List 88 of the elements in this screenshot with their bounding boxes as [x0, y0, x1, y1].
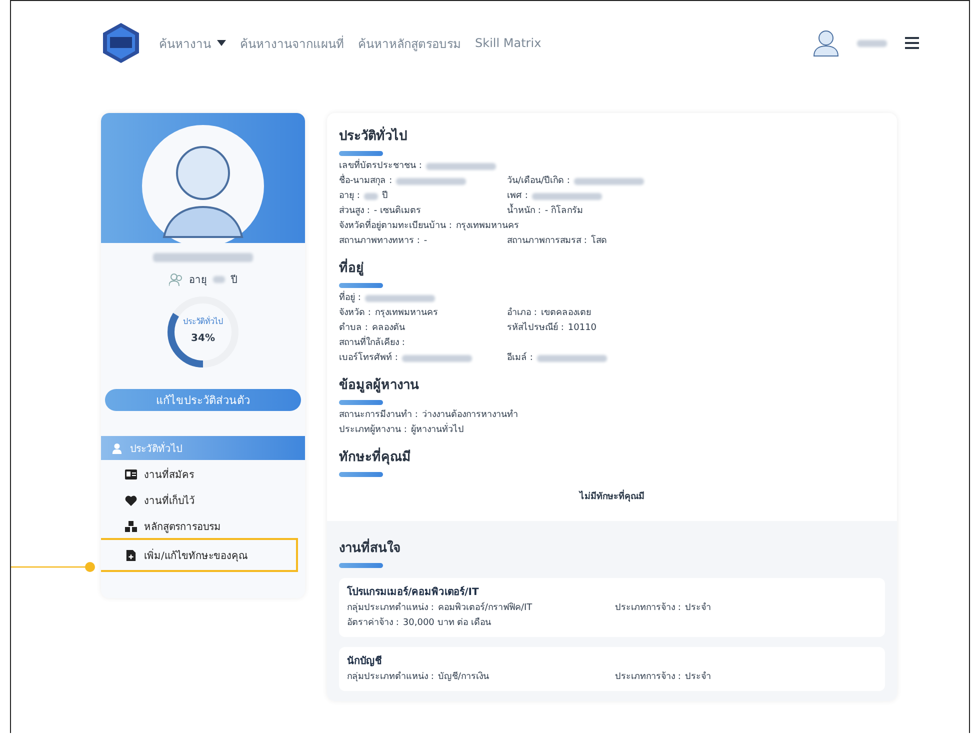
field-label: กลุ่มประเภทตำแหน่ง :	[347, 602, 434, 615]
field-label: จังหวัดที่อยู่ตามทะเบียนบ้าน :	[339, 219, 452, 234]
logo-icon[interactable]	[101, 22, 141, 64]
redacted-username	[857, 40, 887, 46]
field-value: 10110	[568, 322, 597, 335]
field-label: สถานที่ใกล้เคียง :	[339, 336, 405, 351]
field-value: โสด	[590, 234, 607, 248]
title-underline	[339, 472, 383, 477]
progress-label: ประวัติทั่วไป	[183, 315, 223, 328]
section-title: ข้อมูลผู้หางาน	[339, 376, 420, 395]
nav-link[interactable]: ค้นหางาน	[159, 34, 226, 52]
field-label: ที่อยู่ :	[339, 291, 361, 306]
sidebar-item[interactable]: งานที่เก็บไว้	[101, 488, 305, 512]
section-title: ประวัติทั่วไป	[339, 125, 885, 146]
field-value: - เซนติเมตร	[374, 204, 422, 218]
field-value: -	[424, 235, 428, 248]
field-label: กลุ่มประเภทตำแหน่ง :	[347, 670, 434, 684]
field-label: เพศ :	[507, 190, 528, 203]
redacted-value	[536, 355, 607, 362]
job-title: นักบัญชี	[347, 654, 383, 668]
sidebar-item[interactable]: งานที่สมัคร	[101, 462, 305, 486]
field-value: คลองตัน	[372, 322, 405, 335]
field-value: ว่างงานต้องการหางานทำ	[422, 408, 518, 422]
field-label: เลขที่บัตรประชาชน :	[339, 159, 422, 174]
section-title: ที่อยู่	[339, 257, 885, 278]
field-label: อายุ :	[339, 190, 360, 203]
field-value: ปี	[382, 190, 388, 203]
edit-profile-button[interactable]: แก้ไขประวัติส่วนตัว	[105, 389, 301, 411]
redacted-value	[364, 295, 435, 302]
age-label: อายุ	[189, 274, 207, 287]
field-label: รหัสไปรษณีย์ :	[507, 321, 564, 335]
field-label: จังหวัด :	[339, 307, 371, 320]
cubes-icon	[125, 520, 137, 532]
sidebar-item[interactable]: หลักสูตรการอบรม	[101, 514, 305, 538]
section-title: ทักษะที่คุณมี	[339, 446, 885, 467]
field-value: กรุงเทพมหานคร	[374, 307, 438, 320]
section-title: งานที่สนใจ	[339, 537, 885, 558]
field-label: เบอร์โทรศัพท์ :	[339, 351, 398, 365]
user-icon	[111, 442, 123, 454]
sidebar-item[interactable]: ประวัติทั่วไป	[101, 436, 305, 460]
field-value: เขตคลองเตย	[540, 307, 591, 320]
menu-icon[interactable]	[905, 37, 919, 49]
field-value: - กิโลกรัม	[544, 204, 584, 218]
field-value: คอมพิวเตอร์/กราฟฟิค/IT	[438, 601, 532, 615]
field-value: ประจำ	[684, 602, 711, 615]
field-value: 30,000 บาท ต่อ เดือน	[402, 616, 491, 630]
redacted-value	[574, 178, 644, 185]
field-label: สถานะการมีงานทำ :	[339, 408, 418, 422]
user-avatar-icon[interactable]	[813, 29, 839, 57]
title-underline	[339, 400, 383, 405]
nav-link[interactable]: ค้นหาหลักสูตรอบรม	[358, 34, 461, 52]
field-label: ประเภทผู้หางาน :	[339, 424, 407, 437]
field-label: วัน/เดือน/ปีเกิด :	[507, 174, 570, 188]
nav-link[interactable]: Skill Matrix	[475, 36, 542, 50]
redacted-value	[396, 178, 466, 185]
title-underline	[339, 151, 383, 156]
field-label: ประเภทการจ้าง :	[615, 670, 681, 684]
progress-reading: 34%	[191, 333, 215, 344]
redacted-value	[532, 193, 602, 200]
field-label: อีเมล์ :	[507, 351, 533, 365]
field-label: ตำบล :	[339, 322, 368, 335]
title-underline	[339, 283, 383, 288]
field-value: ประจำ	[684, 670, 711, 684]
redacted-value	[364, 193, 378, 200]
nav-link[interactable]: ค้นหางานจากแผนที่	[240, 34, 344, 52]
redacted-value	[402, 355, 472, 362]
field-label: อัตราค่าจ้าง :	[347, 616, 399, 630]
field-label: สถานภาพการสมรส :	[507, 235, 587, 248]
heart-icon	[125, 494, 137, 506]
field-value: บัญชี/การเงิน	[438, 670, 489, 684]
field-label: ส่วนสูง :	[339, 205, 370, 218]
field-label: อำเภอ :	[507, 306, 537, 320]
age-unit: ปี	[231, 274, 237, 287]
id-card-icon	[125, 468, 137, 480]
users-icon	[169, 273, 183, 286]
job-title: โปรแกรมเมอร์/คอมพิวเตอร์/IT	[347, 584, 480, 599]
sidebar-item[interactable]: เพิ่ม/แก้ไขทักษะของคุณ	[101, 540, 296, 570]
field-value: กรุงเทพมหานคร	[456, 220, 519, 233]
redacted-value	[426, 163, 496, 170]
redacted-age	[213, 276, 225, 283]
file-plus-icon	[125, 550, 137, 560]
field-label: ประเภทการจ้าง :	[615, 602, 681, 615]
field-label: ชื่อ-นามสกุล :	[339, 174, 392, 189]
field-label: น้ำหนัก :	[507, 204, 541, 219]
field-value: ผู้หางานทั่วไป	[410, 423, 464, 438]
title-underline	[339, 563, 383, 568]
empty-message: ไม่มีทักษะที่คุณมี	[339, 489, 885, 503]
field-label: สถานภาพทางทหาร :	[339, 235, 420, 248]
